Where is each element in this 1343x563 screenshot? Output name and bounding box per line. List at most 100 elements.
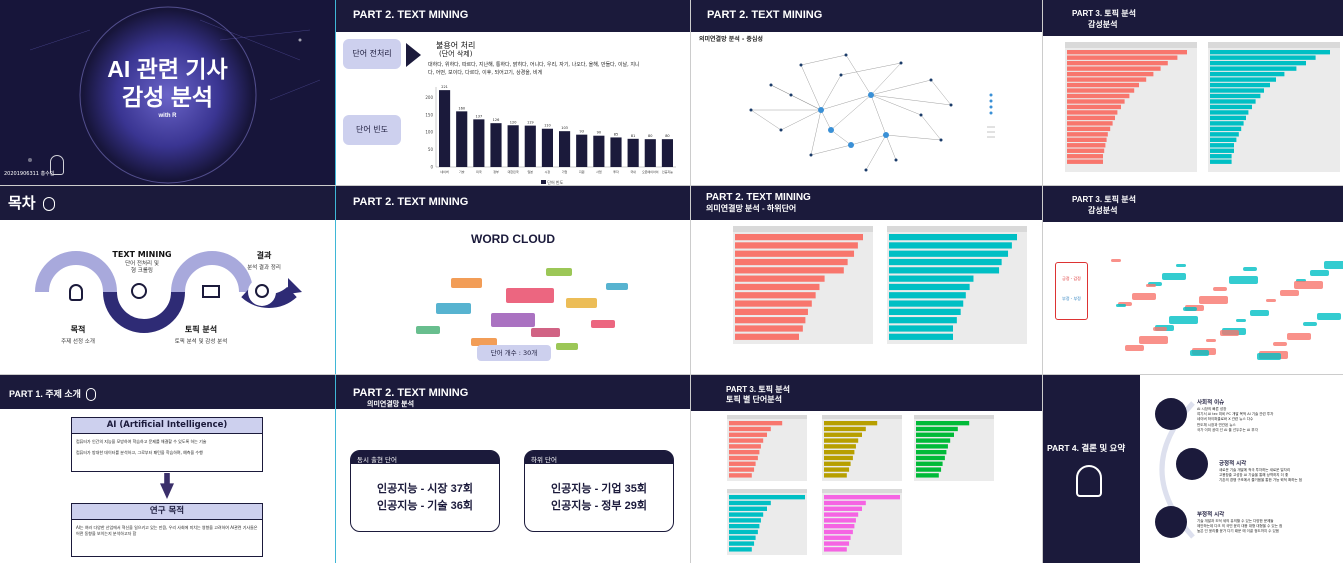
bar xyxy=(824,438,859,443)
bar xyxy=(729,495,805,500)
data-label: 110 xyxy=(544,124,551,128)
negative-button[interactable]: 부정 - 부정 xyxy=(1058,296,1085,302)
wordcloud-title: WORD CLOUD xyxy=(471,232,555,246)
bar xyxy=(1210,126,1242,132)
slide-part4[interactable]: PART 4. 결론 및 요약 사회적 이슈 AI 시장의 빠른 성장 여기서 … xyxy=(1043,375,1343,563)
x-tick-label: 국내 xyxy=(630,169,636,174)
freq-button[interactable]: 단어 빈도 xyxy=(343,115,401,145)
network-node xyxy=(839,73,843,77)
toc-item-text-mining[interactable]: TEXT MINING 단어 전처리 및 형 크롤링 xyxy=(104,250,180,275)
bar xyxy=(824,541,850,546)
network-node xyxy=(864,168,868,172)
bar xyxy=(889,317,957,324)
bar xyxy=(824,450,855,455)
lightbulb-icon xyxy=(86,388,97,402)
data-label: 103 xyxy=(561,126,568,130)
network-edge xyxy=(870,94,887,136)
bar xyxy=(644,139,656,167)
bar xyxy=(735,325,803,332)
slide-topic-sentiment-cloud[interactable]: PART 3. 토픽 분석 감성분석 긍정 - 감정 부정 - 부정 xyxy=(1043,186,1343,374)
bar xyxy=(735,317,806,324)
panel-strip xyxy=(1065,42,1197,48)
x-tick-label: 사업 xyxy=(596,169,602,174)
subword-line: 인공지능 - 기업 35회 xyxy=(551,483,647,495)
toc-item-topic[interactable]: 토픽 분석 토픽 분석 및 감성 분석 xyxy=(166,324,236,345)
network-node xyxy=(883,132,889,138)
data-label: 160 xyxy=(458,106,465,110)
panel-strip xyxy=(914,415,994,419)
word-cloud-blob xyxy=(591,320,616,328)
network-edge xyxy=(750,109,782,131)
y-tick-label: 200 xyxy=(425,95,433,100)
bar xyxy=(1067,60,1168,66)
slide-title[interactable]: AI 관련 기사 감성 분석 with R 20201906311 홍수빈 xyxy=(0,0,335,185)
bar xyxy=(824,495,900,500)
word-cloud-blob xyxy=(1303,322,1318,327)
divider xyxy=(0,185,1343,186)
slide-subword-bars[interactable]: PART 2. TEXT MINING 의미연결망 분석 - 하위단어 xyxy=(691,186,1042,374)
slide-topic-words[interactable]: PART 3. 토픽 분석 토픽 별 단어분석 xyxy=(691,375,1042,563)
bar xyxy=(735,242,858,249)
network-graph xyxy=(749,53,1021,172)
bar xyxy=(889,242,1012,249)
legend-marker xyxy=(989,111,993,115)
toc-item-purpose[interactable]: 목적 주제 선정 소개 xyxy=(46,324,110,345)
word-cloud-blob xyxy=(491,313,535,327)
data-label: 80 xyxy=(648,134,652,138)
legend-box xyxy=(983,83,1021,143)
panel-strip xyxy=(822,489,902,493)
bar xyxy=(916,421,970,426)
network-node xyxy=(769,83,773,87)
header-title: PART 2. TEXT MINING xyxy=(353,387,469,399)
subword-line: 인공지능 - 정부 29회 xyxy=(551,500,647,512)
network-edge xyxy=(870,79,932,96)
bar xyxy=(1067,71,1154,77)
x-tick-label: 일본 xyxy=(528,169,534,174)
slide-topic-sentiment-bars[interactable]: PART 3. 토픽 분석 감성분석 xyxy=(1043,0,1343,185)
word-cloud-blob xyxy=(546,268,573,277)
bar xyxy=(735,333,799,340)
bar xyxy=(473,119,485,167)
header: 목차 xyxy=(0,186,335,220)
bar xyxy=(824,421,878,426)
phone-frame xyxy=(1055,262,1088,320)
bar xyxy=(1067,66,1161,71)
slide-network-centrality[interactable]: PART 2. TEXT MINING 의미연결망 분석 - 중심성 xyxy=(691,0,1042,185)
word-cloud-blob xyxy=(1199,296,1228,305)
part4-item-text: AI 시장의 빠른 성장 여기서 AI tec 미비 PC 개발 목적 AI 기… xyxy=(1197,407,1274,432)
network-edge xyxy=(810,109,822,156)
toc-item-result[interactable]: 결과 분석 결과 정리 xyxy=(236,250,292,271)
positive-button[interactable]: 긍정 - 감정 xyxy=(1058,276,1085,282)
bar xyxy=(889,283,970,291)
bar xyxy=(735,258,848,266)
preprocess-button[interactable]: 단어 전처리 xyxy=(343,39,401,69)
header-title: PART 2. TEXT MINING xyxy=(706,192,811,203)
word-cloud-blob xyxy=(1213,287,1228,292)
bar xyxy=(735,300,812,307)
word-cloud-blob xyxy=(1243,267,1258,272)
slide-word-cloud[interactable]: PART 2. TEXT MINING WORD CLOUD 단어 개수 : 3… xyxy=(336,186,690,374)
sentiment-bar-panels xyxy=(1065,42,1340,172)
bar xyxy=(1210,121,1244,126)
divider xyxy=(690,0,691,563)
bar xyxy=(490,123,502,167)
bar xyxy=(824,524,855,529)
slide-text-mining-freq[interactable]: PART 2. TEXT MINING 단어 전처리 단어 빈도 불용어 처리 … xyxy=(336,0,690,185)
bar xyxy=(916,461,943,466)
panel-strip xyxy=(822,415,902,419)
header: PART 3. 토픽 분석 감성분석 xyxy=(1043,186,1343,222)
cooccur-line: 인공지능 - 시장 37회 xyxy=(377,483,473,495)
slide-cooccurrence[interactable]: PART 2. TEXT MINING 의미연결망 분석 동시 출현 단어 인공… xyxy=(336,375,690,563)
word-cloud-blob xyxy=(506,288,555,304)
bar xyxy=(735,292,816,299)
panel-strip xyxy=(727,415,807,419)
bar xyxy=(1067,110,1118,115)
bar xyxy=(1210,82,1270,88)
toc-item-label: TEXT MINING xyxy=(112,250,172,259)
word-cloud-blob xyxy=(1116,304,1126,307)
slide-toc[interactable]: 목차 TEXT MINING 단어 전처리 및 형 크롤링 결과 분석 결과 정… xyxy=(0,186,335,374)
bar xyxy=(1210,143,1234,148)
slide-part1[interactable]: PART 1. 주제 소개 AI (Artificial Intelligenc… xyxy=(0,375,335,563)
bar xyxy=(735,250,855,257)
bar xyxy=(916,450,947,455)
